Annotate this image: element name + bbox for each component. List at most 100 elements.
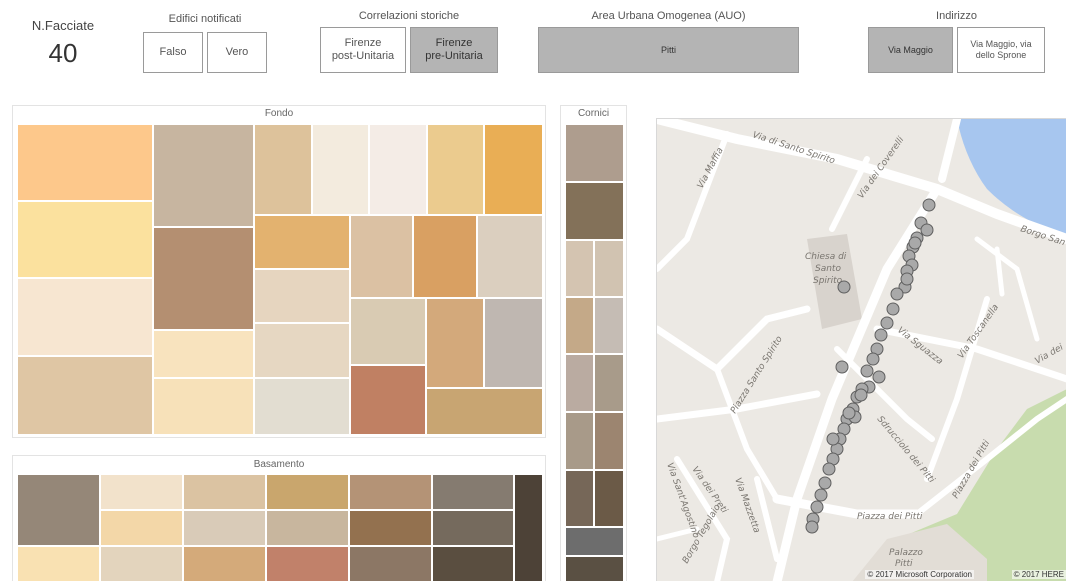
facade-point[interactable] — [874, 328, 888, 342]
fondo-tile[interactable] — [312, 124, 369, 215]
basamento-tile[interactable] — [432, 510, 514, 546]
map-label: Palazzo — [889, 548, 923, 558]
basamento-tile[interactable] — [183, 510, 266, 546]
fondo-tile[interactable] — [426, 388, 543, 435]
basamento-tile[interactable] — [183, 546, 266, 581]
fondo-tile[interactable] — [484, 124, 543, 215]
cornici-tile[interactable] — [594, 412, 624, 470]
basamento-tile[interactable] — [514, 474, 543, 581]
map-copyright-here: © 2017 HERE — [1011, 570, 1066, 579]
basamento-tile[interactable] — [100, 510, 183, 546]
fondo-tile[interactable] — [254, 269, 350, 323]
facade-point[interactable] — [837, 280, 851, 294]
fondo-tile[interactable] — [413, 215, 477, 298]
cornici-tile[interactable] — [594, 470, 624, 527]
cornici-tile[interactable] — [565, 240, 594, 297]
facade-point[interactable] — [818, 476, 832, 490]
fondo-tile[interactable] — [17, 124, 153, 201]
fondo-tile[interactable] — [350, 298, 426, 365]
kpi-value: 40 — [48, 38, 78, 68]
cornici-tile[interactable] — [565, 354, 594, 412]
basamento-tile[interactable] — [183, 474, 266, 510]
fondo-tile[interactable] — [484, 298, 543, 388]
basamento-tile[interactable] — [349, 474, 432, 510]
map-label: Sdrucciolo dei Pitti — [875, 415, 937, 486]
facade-point[interactable] — [810, 500, 824, 514]
basamento-tile[interactable] — [17, 546, 100, 581]
edifici-falso-button[interactable]: Falso — [143, 32, 203, 73]
correlazioni-post-unitaria-button[interactable]: Firenze post-Unitaria — [320, 27, 406, 73]
cornici-tile[interactable] — [565, 470, 594, 527]
cornici-treemap — [565, 124, 624, 581]
fondo-tile[interactable] — [153, 227, 254, 330]
fondo-tile[interactable] — [477, 215, 543, 298]
fondo-tile[interactable] — [350, 365, 426, 435]
map-visual[interactable]: Via di Santo Spirito Via Maffia Via dei Co… — [656, 118, 1066, 581]
basamento-tile[interactable] — [100, 546, 183, 581]
map-label: Pitti — [895, 559, 913, 569]
facade-point[interactable] — [822, 462, 836, 476]
fondo-tile[interactable] — [17, 278, 153, 356]
correlazioni-slicer-title: Correlazioni storiche — [358, 10, 460, 22]
fondo-tile[interactable] — [426, 298, 484, 388]
facade-point[interactable] — [814, 488, 828, 502]
facade-point[interactable] — [900, 272, 914, 286]
facade-point[interactable] — [866, 352, 880, 366]
indirizzo-via-maggio-sprone-button[interactable]: Via Maggio, via dello Sprone — [957, 27, 1045, 73]
facade-point[interactable] — [835, 360, 849, 374]
cornici-treemap-panel: Cornici — [560, 105, 627, 581]
basamento-tile[interactable] — [432, 474, 514, 510]
facade-point[interactable] — [872, 370, 886, 384]
facade-point[interactable] — [854, 388, 868, 402]
cornici-tile[interactable] — [565, 412, 594, 470]
basamento-tile[interactable] — [100, 474, 183, 510]
cornici-tile[interactable] — [594, 240, 624, 297]
facade-point[interactable] — [890, 287, 904, 301]
basamento-tile[interactable] — [266, 510, 349, 546]
facade-point[interactable] — [908, 236, 922, 250]
facade-point[interactable] — [920, 223, 934, 237]
edifici-slicer-title: Edifici notificati — [168, 13, 242, 25]
facade-point[interactable] — [922, 198, 936, 212]
fondo-tile[interactable] — [369, 124, 427, 215]
cornici-tile[interactable] — [594, 297, 624, 354]
cornici-title: Cornici — [577, 108, 610, 119]
fondo-tile[interactable] — [427, 124, 484, 215]
map-label: Chiesa di — [805, 252, 847, 262]
basamento-tile[interactable] — [266, 474, 349, 510]
fondo-tile[interactable] — [17, 201, 153, 278]
basamento-tile[interactable] — [349, 546, 432, 581]
street-map[interactable]: Via di Santo SpiritoVia Maffia Via dei Co… — [657, 119, 1066, 581]
cornici-tile[interactable] — [565, 527, 624, 556]
facade-point[interactable] — [826, 432, 840, 446]
facade-point[interactable] — [886, 302, 900, 316]
cornici-tile[interactable] — [565, 124, 624, 182]
cornici-tile[interactable] — [565, 556, 624, 581]
fondo-tile[interactable] — [254, 323, 350, 378]
basamento-tile[interactable] — [266, 546, 349, 581]
edifici-vero-button[interactable]: Vero — [207, 32, 267, 73]
facade-point[interactable] — [842, 406, 856, 420]
auo-pitti-button[interactable]: Pitti — [538, 27, 799, 73]
cornici-tile[interactable] — [565, 182, 624, 240]
kpi-label: N.Facciate — [31, 18, 95, 33]
facade-point[interactable] — [880, 316, 894, 330]
fondo-tile[interactable] — [254, 124, 312, 215]
fondo-tile[interactable] — [153, 378, 254, 435]
basamento-tile[interactable] — [17, 474, 100, 546]
basamento-tile[interactable] — [349, 510, 432, 546]
indirizzo-via-maggio-button[interactable]: Via Maggio — [868, 27, 953, 73]
cornici-tile[interactable] — [594, 354, 624, 412]
basamento-tile[interactable] — [432, 546, 514, 581]
facade-point[interactable] — [860, 364, 874, 378]
fondo-tile[interactable] — [254, 378, 350, 435]
cornici-tile[interactable] — [565, 297, 594, 354]
correlazioni-pre-unitaria-button[interactable]: Firenze pre-Unitaria — [410, 27, 498, 73]
map-copyright-microsoft: © 2017 Microsoft Corporation — [865, 570, 974, 579]
fondo-tile[interactable] — [254, 215, 350, 269]
fondo-tile[interactable] — [350, 215, 413, 298]
fondo-tile[interactable] — [17, 356, 153, 435]
facade-point[interactable] — [805, 520, 819, 534]
fondo-tile[interactable] — [153, 330, 254, 378]
fondo-tile[interactable] — [153, 124, 254, 227]
